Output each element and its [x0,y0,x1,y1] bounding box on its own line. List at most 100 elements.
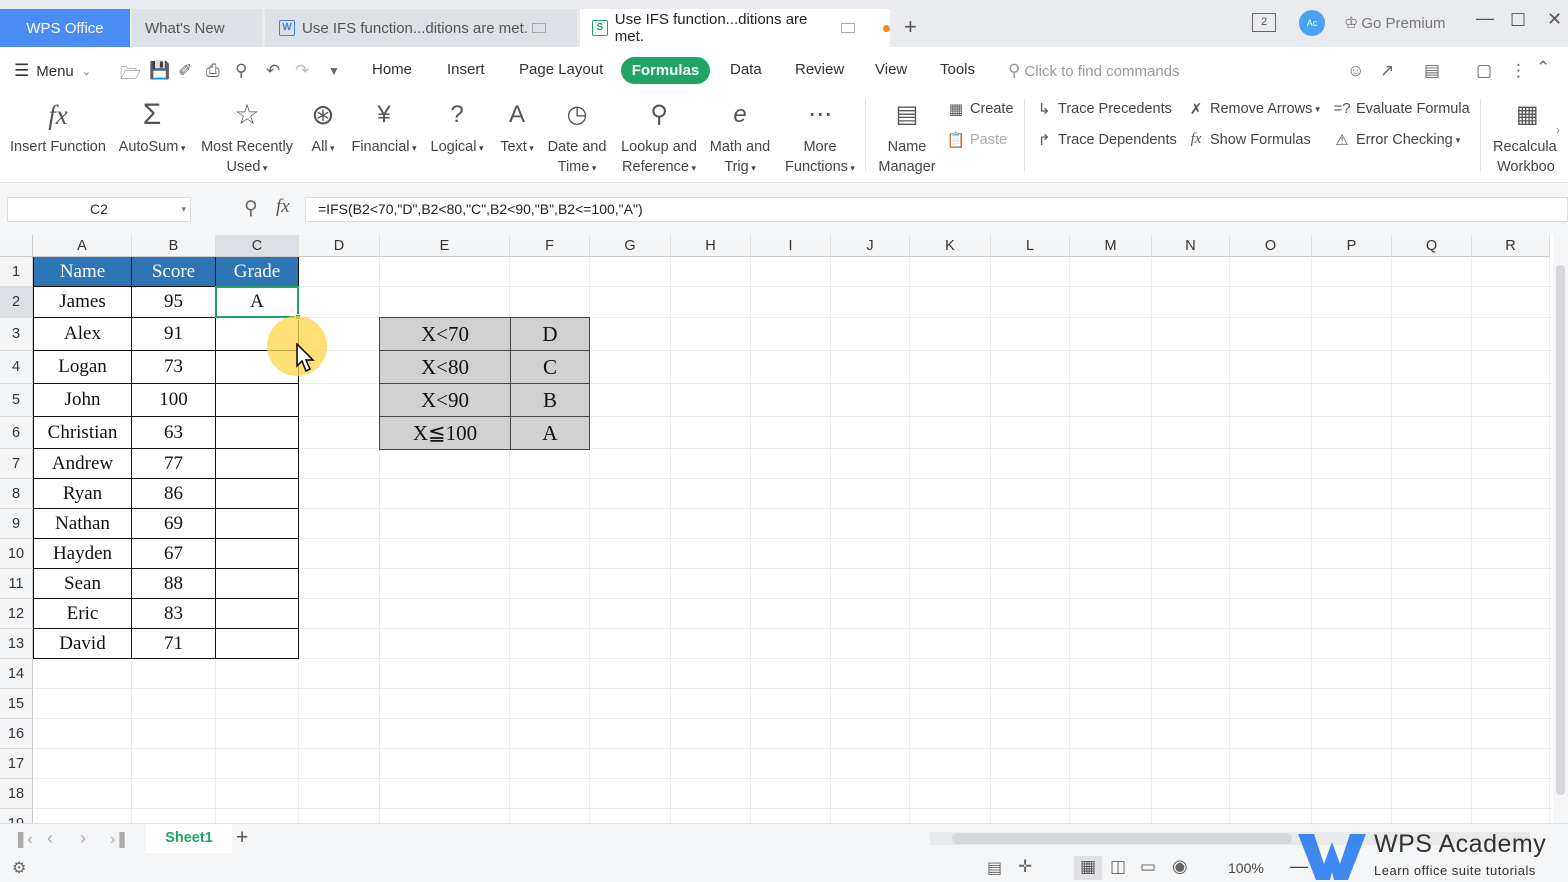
column-header[interactable]: I [751,235,831,257]
row-header[interactable]: 10 [0,539,33,569]
date-time-button[interactable]: ◷ Date and Time ▾ [543,93,611,178]
tab-document-writer[interactable]: W Use IFS function...ditions are met. [265,9,577,47]
grade-table-cell[interactable]: X<80 [379,350,511,384]
grade-table-cell[interactable]: A [510,416,590,450]
row-header[interactable]: 4 [0,351,33,384]
table-cell[interactable]: Eric [33,599,132,629]
table-cell[interactable] [216,569,299,599]
math-trig-button[interactable]: e Math and Trig ▾ [705,93,775,178]
row-header[interactable]: 9 [0,509,33,539]
tab-review[interactable]: Review [795,61,844,78]
table-cell[interactable]: 73 [132,351,216,384]
table-cell[interactable] [216,449,299,479]
table-cell[interactable]: John [33,384,132,417]
column-header[interactable]: N [1152,235,1230,257]
go-premium-button[interactable]: ♔ Go Premium [1344,13,1446,33]
table-header-cell[interactable]: Name [33,257,132,287]
row-header[interactable]: 19 [0,809,33,823]
window-count-icon[interactable]: 2 [1252,13,1276,32]
table-cell[interactable]: Andrew [33,449,132,479]
normal-view-button[interactable]: ▦ [1074,856,1102,880]
tab-data[interactable]: Data [730,61,762,78]
table-cell[interactable]: 86 [132,479,216,509]
column-header[interactable]: H [671,235,751,257]
column-header[interactable]: G [590,235,671,257]
add-sheet-icon[interactable]: + [236,826,248,850]
redo-icon[interactable]: ↷ [295,61,309,81]
collapse-ribbon-icon[interactable]: ⌃ [1536,58,1550,78]
table-cell[interactable] [216,479,299,509]
format-painter-icon[interactable]: ✐ [178,61,192,81]
zoom-search-icon[interactable]: ⚲ [244,197,258,220]
macro-icon[interactable]: ⚙ [12,858,26,878]
sheet-tab-sheet1[interactable]: Sheet1 [146,824,232,853]
grade-table-cell[interactable]: X<70 [379,317,511,351]
table-cell[interactable]: Alex [33,318,132,351]
column-header[interactable]: O [1230,235,1312,257]
lookup-reference-button[interactable]: ⚲ Lookup and Reference ▾ [614,93,704,178]
row-header[interactable]: 18 [0,779,33,809]
grade-table-cell[interactable]: D [510,317,590,351]
export-icon[interactable]: ↗ [1380,61,1394,81]
table-cell[interactable] [216,384,299,417]
tab-wps-office[interactable]: WPS Office [0,9,130,47]
avatar[interactable]: Ac [1299,10,1325,36]
autosum-button[interactable]: Σ AutoSum ▾ [114,93,190,158]
freeze-icon[interactable]: ✛ [1018,857,1032,877]
create-name-button[interactable]: ▦ Create [946,100,1014,118]
table-cell[interactable]: Logan [33,351,132,384]
table-header-cell[interactable]: Score [132,257,216,287]
more-functions-button[interactable]: ⋯ More Functions ▾ [780,93,860,178]
table-cell[interactable] [216,509,299,539]
table-cell[interactable] [216,417,299,449]
undo-icon[interactable]: ↶ [266,61,280,81]
column-header[interactable]: J [831,235,910,257]
reading-view-icon[interactable]: ▭ [1140,857,1156,877]
column-header[interactable]: Q [1392,235,1472,257]
column-header[interactable]: C [216,235,299,257]
grade-table-cell[interactable]: X<90 [379,383,511,417]
close-icon[interactable]: ✕ [1547,9,1562,30]
fx-icon[interactable]: fx [276,196,290,218]
last-sheet-icon[interactable]: ›❚ [110,829,129,849]
column-header[interactable]: F [510,235,590,257]
select-all-corner[interactable] [0,235,33,257]
table-cell[interactable]: Nathan [33,509,132,539]
row-header[interactable]: 3 [0,318,33,351]
row-header[interactable]: 5 [0,384,33,417]
command-search[interactable]: ⚲ Click to find commands [1008,61,1180,81]
next-sheet-icon[interactable]: › [80,828,86,849]
table-cell[interactable]: 63 [132,417,216,449]
table-cell[interactable]: 69 [132,509,216,539]
insert-function-button[interactable]: fx Insert Function [6,93,110,157]
open-folder-icon[interactable]: 🗁 [120,61,141,90]
table-cell[interactable] [216,539,299,569]
row-header[interactable]: 11 [0,569,33,599]
print-preview-icon[interactable]: ⚲ [235,61,247,81]
main-menu-button[interactable]: ☰ Menu ⌄ [14,61,91,81]
row-header[interactable]: 14 [0,659,33,689]
save-icon[interactable]: 💾 [149,61,170,81]
trace-dependents-button[interactable]: ↱ Trace Dependents [1034,131,1177,149]
print-icon[interactable]: ⎙ [206,61,220,81]
column-header[interactable]: M [1070,235,1152,257]
table-cell[interactable] [216,629,299,659]
table-cell[interactable]: 91 [132,318,216,351]
column-header[interactable]: A [33,235,132,257]
maximize-icon[interactable]: ☐ [1510,10,1526,31]
table-cell[interactable]: 95 [132,287,216,318]
table-cell[interactable] [216,599,299,629]
evaluate-formula-button[interactable]: =? Evaluate Formula [1332,100,1469,117]
tab-whats-new[interactable]: What's New [132,9,262,47]
tab-formulas[interactable]: Formulas [621,57,710,84]
row-header[interactable]: 1 [0,257,33,287]
grade-table-cell[interactable]: X≦100 [379,416,511,450]
error-checking-button[interactable]: ⚠ Error Checking ▾ [1332,131,1460,149]
table-cell[interactable]: Christian [33,417,132,449]
tab-home[interactable]: Home [372,61,412,78]
row-header[interactable]: 15 [0,689,33,719]
table-cell[interactable]: David [33,629,132,659]
row-header[interactable]: 17 [0,749,33,779]
column-header[interactable]: L [991,235,1070,257]
logical-button[interactable]: ? Logical ▾ [424,93,490,158]
